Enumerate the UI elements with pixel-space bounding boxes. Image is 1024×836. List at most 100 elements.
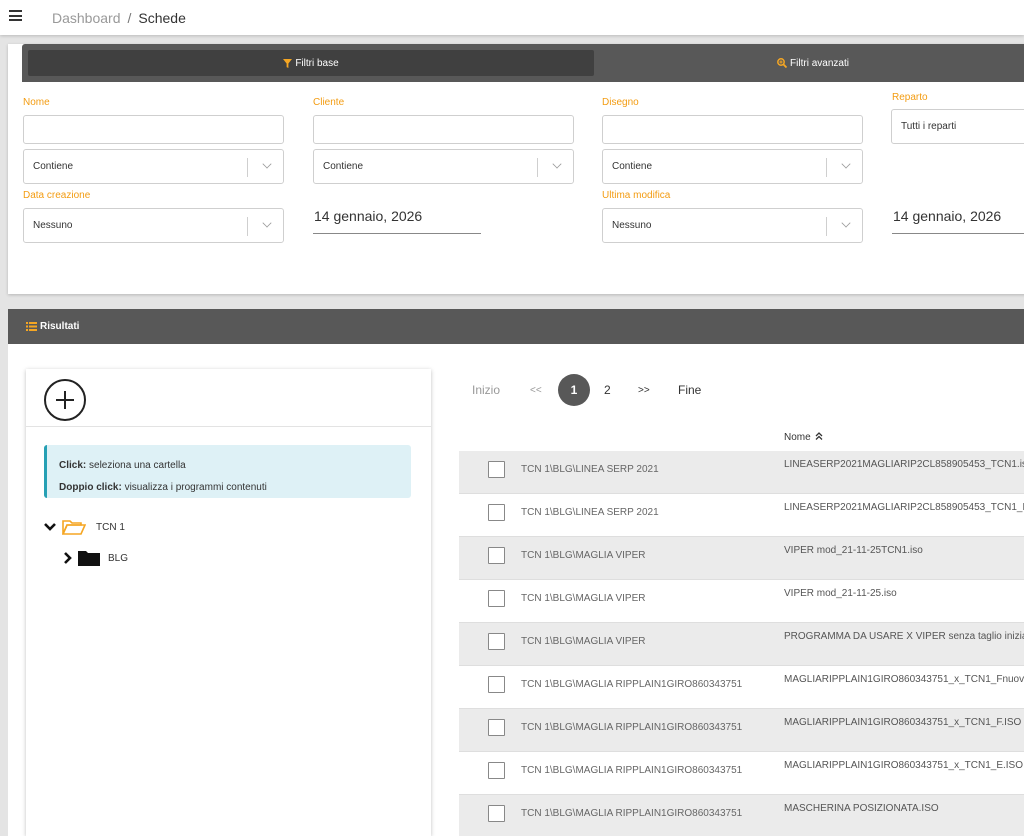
help-dblclick-line: Doppio click: visualizza i programmi con…	[59, 477, 399, 499]
list-icon	[26, 322, 37, 331]
table-row[interactable]: TCN 1\BLG\LINEA SERP 2021 LINEASERP2021M…	[459, 494, 1024, 537]
cliente-input[interactable]	[313, 115, 574, 144]
page-next-button[interactable]: >>	[638, 375, 650, 405]
disegno-label: Disegno	[602, 97, 639, 108]
row-path: TCN 1\BLG\MAGLIA RIPPLAIN1GIRO860343751	[521, 679, 743, 690]
row-checkbox[interactable]	[488, 762, 505, 779]
add-folder-button[interactable]	[44, 379, 86, 421]
chevron-down-icon	[262, 159, 272, 169]
page-1-button[interactable]: 1	[558, 374, 590, 406]
row-name: MAGLIARIPPLAIN1GIRO860343751_x_TCN1_F.IS…	[784, 717, 1022, 728]
row-path: TCN 1\BLG\MAGLIA VIPER	[521, 550, 646, 561]
disegno-mode-value: Contiene	[612, 161, 653, 172]
row-checkbox[interactable]	[488, 676, 505, 693]
help-dblclick-text: visualizza i programmi contenuti	[121, 482, 267, 493]
row-checkbox[interactable]	[488, 461, 505, 478]
tree-node-label: BLG	[108, 552, 129, 564]
data-creazione-mode-value: Nessuno	[33, 220, 73, 231]
row-path: TCN 1\BLG\MAGLIA VIPER	[521, 593, 646, 604]
row-name: LINEASERP2021MAGLIARIP2CL858905453_TCN1_…	[784, 502, 1024, 513]
table-row[interactable]: TCN 1\BLG\MAGLIA RIPPLAIN1GIRO860343751 …	[459, 709, 1024, 752]
filter-tabs: Filtri base Filtri avanzati	[22, 44, 1024, 82]
ultima-modifica-mode-select[interactable]: Nessuno	[602, 208, 863, 243]
chevron-down-icon	[552, 159, 562, 169]
table-row[interactable]: TCN 1\BLG\MAGLIA RIPPLAIN1GIRO860343751 …	[459, 752, 1024, 795]
table-row[interactable]: TCN 1\BLG\MAGLIA VIPER VIPER mod_21-11-2…	[459, 537, 1024, 580]
breadcrumb-current: Schede	[138, 10, 186, 26]
breadcrumb: Dashboard / Schede	[52, 10, 186, 26]
menu-icon[interactable]	[9, 10, 22, 21]
row-checkbox[interactable]	[488, 633, 505, 650]
disegno-mode-select[interactable]: Contiene	[602, 149, 863, 184]
cliente-mode-value: Contiene	[323, 161, 364, 172]
column-header-nome[interactable]: Nome	[784, 432, 823, 443]
row-checkbox[interactable]	[488, 805, 505, 822]
tab-filtri-avanzati-label: Filtri avanzati	[790, 57, 849, 69]
row-path: TCN 1\BLG\LINEA SERP 2021	[521, 507, 659, 518]
data-creazione-date[interactable]: 14 gennaio, 2026	[313, 208, 481, 234]
table-row[interactable]: TCN 1\BLG\MAGLIA VIPER PROGRAMMA DA USAR…	[459, 623, 1024, 666]
select-divider	[537, 158, 538, 177]
folder-tree-panel: Click: seleziona una cartella Doppio cli…	[26, 369, 431, 836]
tab-filtri-avanzati[interactable]: Filtri avanzati	[594, 50, 1024, 76]
folder-icon	[78, 551, 100, 566]
row-checkbox[interactable]	[488, 504, 505, 521]
tab-filtri-base-label: Filtri base	[295, 57, 339, 69]
select-divider	[247, 217, 248, 236]
chevron-down-icon	[44, 523, 56, 531]
row-path: TCN 1\BLG\MAGLIA RIPPLAIN1GIRO860343751	[521, 722, 743, 733]
chevron-down-icon	[841, 218, 851, 228]
help-click-text: seleziona una cartella	[86, 460, 186, 471]
tree-node-blg[interactable]: BLG	[64, 550, 128, 566]
ultima-modifica-date[interactable]: 14 gennaio, 2026	[892, 208, 1024, 234]
row-checkbox[interactable]	[488, 547, 505, 564]
results-title: Risultati	[40, 321, 80, 332]
row-name: LINEASERP2021MAGLIARIP2CL858905453_TCN1.…	[784, 459, 1024, 470]
select-divider	[247, 158, 248, 177]
tab-filtri-base[interactable]: Filtri base	[28, 50, 594, 76]
row-name: MAGLIARIPPLAIN1GIRO860343751_x_TCN1_Fnuo…	[784, 674, 1024, 685]
sort-asc-icon	[816, 432, 823, 440]
tree-help-box: Click: seleziona una cartella Doppio cli…	[44, 445, 411, 498]
row-path: TCN 1\BLG\MAGLIA RIPPLAIN1GIRO860343751	[521, 808, 743, 819]
select-divider	[826, 158, 827, 177]
table-row[interactable]: TCN 1\BLG\MAGLIA RIPPLAIN1GIRO860343751 …	[459, 666, 1024, 709]
table-row[interactable]: TCN 1\BLG\MAGLIA RIPPLAIN1GIRO860343751 …	[459, 795, 1024, 836]
ultima-modifica-label: Ultima modifica	[602, 190, 671, 201]
page-last-button[interactable]: Fine	[678, 375, 701, 405]
help-dblclick-label: Doppio click:	[59, 482, 122, 493]
results-table: TCN 1\BLG\LINEA SERP 2021 LINEASERP2021M…	[459, 451, 1024, 836]
breadcrumb-dashboard[interactable]: Dashboard	[52, 10, 121, 26]
filter-icon	[283, 58, 293, 68]
row-name: MAGLIARIPPLAIN1GIRO860343751_x_TCN1_E.IS…	[784, 760, 1024, 771]
results-header: Risultati	[8, 309, 1024, 344]
page-2-button[interactable]: 2	[604, 375, 611, 405]
help-click-line: Click: seleziona una cartella	[59, 455, 399, 477]
row-name: MASCHERINA POSIZIONATA.ISO	[784, 803, 939, 814]
row-path: TCN 1\BLG\MAGLIA VIPER	[521, 636, 646, 647]
row-checkbox[interactable]	[488, 590, 505, 607]
ultima-modifica-mode-value: Nessuno	[612, 220, 652, 231]
nome-input[interactable]	[23, 115, 284, 144]
table-row[interactable]: TCN 1\BLG\LINEA SERP 2021 LINEASERP2021M…	[459, 451, 1024, 494]
row-path: TCN 1\BLG\MAGLIA RIPPLAIN1GIRO860343751	[521, 765, 743, 776]
data-creazione-mode-select[interactable]: Nessuno	[23, 208, 284, 243]
cliente-mode-select[interactable]: Contiene	[313, 149, 574, 184]
page-first-button[interactable]: Inizio	[472, 375, 500, 405]
breadcrumb-separator: /	[127, 10, 132, 26]
row-name: PROGRAMMA DA USARE X VIPER senza taglio …	[784, 631, 1024, 642]
tree-node-tcn1[interactable]: TCN 1	[44, 519, 125, 535]
row-checkbox[interactable]	[488, 719, 505, 736]
nome-mode-select[interactable]: Contiene	[23, 149, 284, 184]
search-plus-icon	[777, 58, 788, 68]
folder-open-icon	[62, 520, 86, 535]
tree-node-label: TCN 1	[96, 521, 125, 533]
table-row[interactable]: TCN 1\BLG\MAGLIA VIPER VIPER mod_21-11-2…	[459, 580, 1024, 623]
row-name: VIPER mod_21-11-25TCN1.iso	[784, 545, 923, 556]
reparto-select[interactable]: Tutti i reparti	[891, 109, 1024, 144]
data-creazione-label: Data creazione	[23, 190, 91, 201]
page-prev-button[interactable]: <<	[530, 375, 542, 405]
column-header-label: Nome	[784, 432, 811, 443]
row-path: TCN 1\BLG\LINEA SERP 2021	[521, 464, 659, 475]
disegno-input[interactable]	[602, 115, 863, 144]
